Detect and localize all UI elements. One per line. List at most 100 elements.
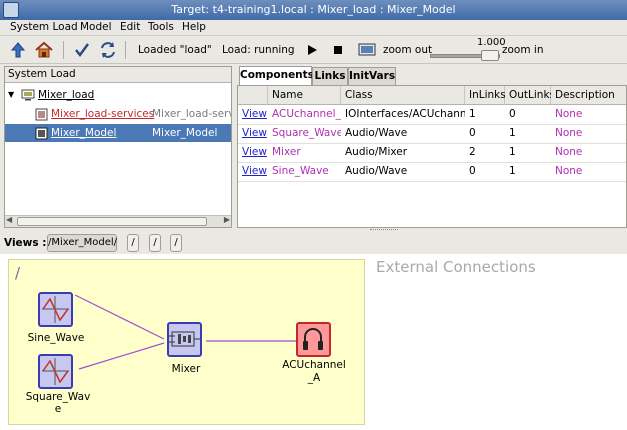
zoom-slider-handle[interactable]	[481, 50, 499, 61]
components-table: Name Class InLinks OutLinks Description …	[237, 85, 627, 228]
wave-icon	[42, 358, 69, 385]
component-outlinks: 1	[509, 127, 516, 139]
component-description: None	[555, 146, 583, 158]
horizontal-scrollbar[interactable]: ◀ ▶	[5, 215, 231, 227]
view-button-root[interactable]: /	[149, 234, 161, 252]
column-header-name[interactable]: Name	[268, 86, 341, 105]
view-link[interactable]: View	[238, 105, 268, 124]
tab-components[interactable]: Components	[239, 66, 314, 86]
component-class: Audio/Wave	[345, 165, 408, 177]
component-outlinks: 1	[509, 146, 516, 158]
external-connections-title: External Connections	[376, 258, 536, 276]
node-label: Mixer	[171, 363, 201, 375]
component-description: None	[555, 108, 583, 120]
details-panel: Components Links InitVars Name Class InL…	[237, 66, 627, 228]
menu-tools[interactable]: Tools	[148, 21, 174, 33]
refresh-button[interactable]	[96, 38, 120, 62]
view-button-mixer-model[interactable]: /Mixer_Model/	[47, 234, 117, 252]
play-icon	[308, 45, 317, 55]
component-description: None	[555, 127, 583, 139]
component-description: None	[555, 165, 583, 177]
tree-item-label: Mixer_Model	[51, 127, 117, 139]
home-button[interactable]	[32, 38, 56, 62]
component-class: Audio/Wave	[345, 127, 408, 139]
play-button[interactable]	[300, 38, 324, 62]
component-inlinks: 2	[469, 146, 476, 158]
menu-bar: System Load Model Edit Tools Help	[0, 20, 627, 36]
screen-button[interactable]	[355, 38, 379, 62]
component-name: Square_Wave	[272, 127, 341, 139]
tree-item-secondary: Mixer_Model	[152, 127, 218, 139]
views-bar: Views : /Mixer_Model/ / / /	[0, 232, 627, 254]
headphones-icon	[303, 328, 323, 350]
component-inlinks: 0	[469, 127, 476, 139]
system-load-tree: System Load ▼ Mixer_load Mixer_load-serv…	[4, 66, 232, 228]
component-name: Sine_Wave	[272, 165, 329, 177]
view-link[interactable]: View	[238, 124, 268, 143]
toolbar: Loaded "load" Load: running zoom out 1.0…	[0, 36, 627, 64]
component-class: IOInterfaces/ACUchannel	[345, 108, 465, 120]
stop-button[interactable]	[326, 38, 350, 62]
up-arrow-icon	[10, 42, 26, 58]
menu-system-load[interactable]: System Load	[10, 21, 78, 33]
wave-icon	[42, 296, 69, 323]
mixer-icon	[169, 331, 200, 347]
column-header-class[interactable]: Class	[341, 86, 465, 105]
checkmark-icon	[75, 43, 90, 58]
column-header-inlinks[interactable]: InLinks	[465, 86, 506, 105]
home-icon	[35, 41, 53, 58]
tab-initvars[interactable]: InitVars	[348, 67, 396, 85]
tree-item-mixer-model[interactable]: Mixer_Model Mixer_Model	[5, 124, 231, 142]
menu-help[interactable]: Help	[182, 21, 206, 33]
view-link[interactable]: View	[238, 162, 268, 181]
component-inlinks: 0	[469, 165, 476, 177]
refresh-icon	[101, 42, 115, 58]
up-arrow-button[interactable]	[6, 38, 30, 62]
zoom-out-label: zoom out	[383, 44, 433, 56]
view-button-root[interactable]: /	[170, 234, 182, 252]
node-square-wave[interactable]	[38, 354, 73, 389]
check-button[interactable]	[70, 38, 94, 62]
node-acuchannel-a[interactable]	[296, 322, 331, 357]
tab-links[interactable]: Links	[312, 67, 348, 85]
services-icon	[35, 108, 48, 121]
node-label: Square_Wav e	[25, 391, 91, 415]
scroll-left-icon[interactable]: ◀	[6, 215, 12, 224]
node-sine-wave[interactable]	[38, 292, 73, 327]
column-header[interactable]	[238, 86, 268, 105]
menu-model[interactable]: Model	[80, 21, 112, 33]
views-label: Views :	[4, 237, 47, 249]
title-bar: Target: t4-training1.local : Mixer_load …	[0, 0, 627, 20]
menu-edit[interactable]: Edit	[120, 21, 140, 33]
scrollbar-thumb[interactable]	[17, 217, 207, 226]
toolbar-separator	[63, 41, 64, 59]
splitter-handle[interactable]	[370, 229, 398, 231]
node-label: Sine_Wave	[27, 332, 85, 344]
load-status: Load: running	[222, 44, 295, 56]
toolbar-separator	[125, 41, 126, 59]
stop-icon	[334, 46, 342, 54]
zoom-in-label: zoom in	[502, 44, 544, 56]
model-canvas[interactable]: / External Connections Sine_Wave Square_…	[0, 254, 627, 430]
node-mixer[interactable]	[167, 322, 202, 357]
view-link[interactable]: View	[238, 143, 268, 162]
tree-item-label: Mixer_load	[38, 89, 95, 101]
tree-item-mixer-load-services[interactable]: Mixer_load-services Mixer_load-service	[5, 105, 231, 123]
component-class: Audio/Mixer	[345, 146, 408, 158]
tree-item-mixer-load[interactable]: ▼ Mixer_load	[5, 86, 231, 104]
view-button-root[interactable]: /	[127, 234, 139, 252]
tree-expander-icon[interactable]: ▼	[8, 86, 14, 104]
component-outlinks: 0	[509, 108, 516, 120]
tree-item-label: Mixer_load-services	[51, 108, 155, 120]
component-name: Mixer	[272, 146, 301, 158]
column-header-outlinks[interactable]: OutLinks	[505, 86, 555, 105]
component-name: ACUchannel_A	[272, 108, 341, 120]
tree-item-secondary: Mixer_load-service	[152, 108, 231, 120]
scroll-right-icon[interactable]: ▶	[224, 215, 230, 224]
column-header-description[interactable]: Description	[551, 86, 626, 105]
loaded-status: Loaded "load"	[138, 44, 212, 56]
window-icon[interactable]	[3, 2, 19, 18]
node-label: ACUchannel _A	[282, 359, 346, 384]
system-icon	[21, 89, 35, 101]
row-divider	[238, 181, 626, 182]
